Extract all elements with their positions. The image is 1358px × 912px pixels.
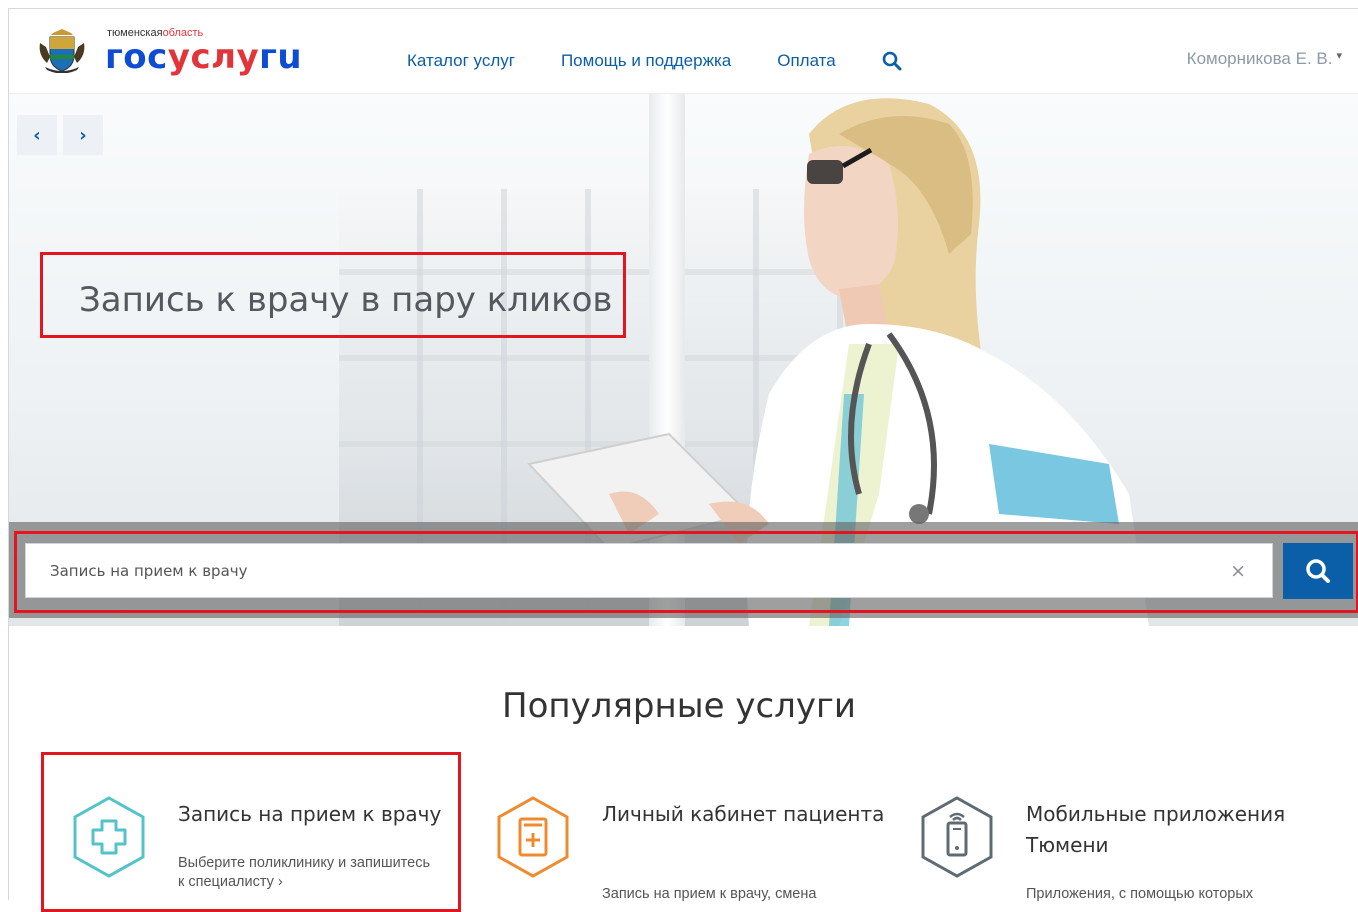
nav-payment-link[interactable]: Оплата [777,51,835,71]
carousel-next-button[interactable]: › [63,115,103,155]
service-title: Мобильные приложения Тюмени [1026,802,1286,857]
chevron-right-icon: › [79,124,87,146]
carousel-prev-button[interactable]: ‹ [17,115,57,155]
highlight-box-title [40,252,626,338]
chevron-left-icon: ‹ [33,124,41,146]
highlight-box-service [41,752,461,912]
highlight-box-search [14,531,1358,613]
popular-services-title: Популярные услуги [502,686,856,726]
nav-catalog-link[interactable]: Каталог услуг [407,51,515,71]
coat-of-arms-icon [39,29,85,73]
nav-help-link[interactable]: Помощь и поддержка [561,51,731,71]
chevron-down-icon: ▾ [1336,50,1342,62]
mobile-phone-icon [921,796,993,878]
site-header: тюменскаяобласть госуслугu Каталог услуг… [9,9,1358,94]
main-nav: Каталог услуг Помощь и поддержка Оплата [407,49,902,73]
service-title: Личный кабинет пациента [602,802,885,826]
brand-part1: гос [105,37,168,77]
medical-card-icon [497,796,569,878]
service-description: Приложения, с помощью которых [1026,886,1254,902]
search-icon[interactable] [882,51,902,71]
service-card-patient-cabinet[interactable]: Личный кабинет пациента Запись на прием … [494,795,894,902]
user-name: Коморникова Е. В. [1186,49,1333,68]
brand-part3: гu [259,37,303,77]
brand-part2: услу [167,37,260,77]
brand-name: госуслугu [105,37,302,77]
service-card-mobile-apps[interactable]: Мобильные приложения Тюмени Приложения, … [918,795,1318,902]
service-description: Запись на прием к врачу, смена [602,886,817,902]
gosuslugi-logo[interactable]: тюменскаяобласть госуслугu [37,25,307,81]
user-menu[interactable]: Коморникова Е. В. ▾ [1187,49,1342,69]
